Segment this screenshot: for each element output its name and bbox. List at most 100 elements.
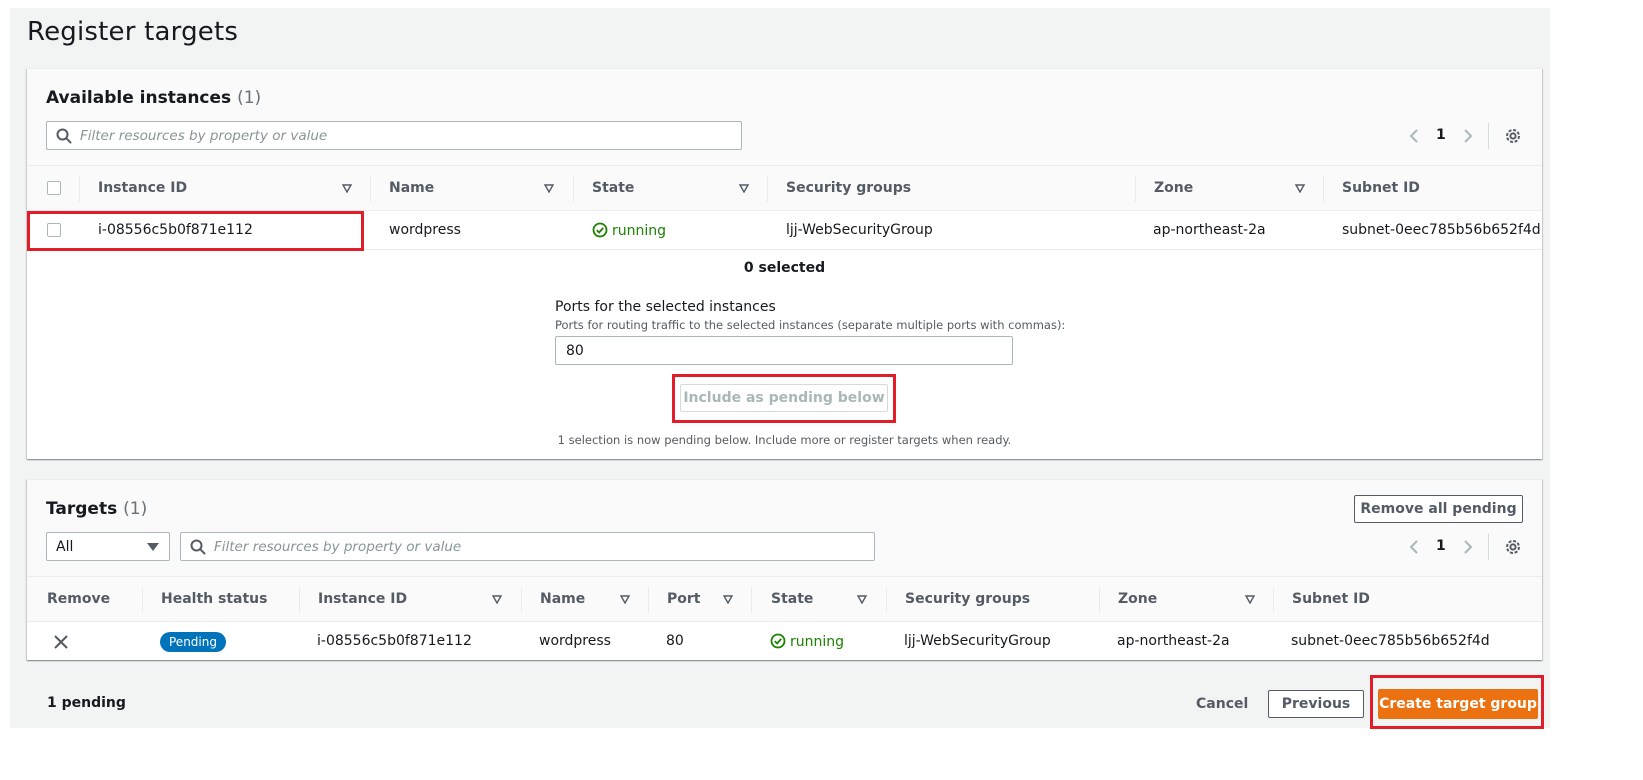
column-divider bbox=[1273, 587, 1274, 613]
sort-icon[interactable] bbox=[857, 595, 867, 604]
cell-name: wordpress bbox=[539, 633, 611, 649]
col-state[interactable]: State bbox=[771, 591, 813, 607]
available-instances-title: Available instances bbox=[46, 88, 232, 108]
chevron-left-icon[interactable] bbox=[1408, 539, 1420, 555]
sort-icon[interactable] bbox=[1245, 595, 1255, 604]
cell-subnet-id: subnet-0eec785b56b652f4d bbox=[1342, 222, 1541, 238]
available-instances-heading: Available instances (1) bbox=[46, 88, 261, 108]
column-divider bbox=[1323, 176, 1324, 202]
chevron-left-icon[interactable] bbox=[1408, 128, 1420, 144]
health-status-badge: Pending bbox=[160, 632, 226, 652]
targets-panel: Targets (1) Remove all pending All Filte… bbox=[27, 479, 1542, 660]
cell-state: running bbox=[770, 633, 844, 650]
cancel-button[interactable]: Cancel bbox=[1196, 696, 1248, 712]
cell-state: running bbox=[592, 222, 666, 239]
cell-zone: ap-northeast-2a bbox=[1117, 633, 1230, 649]
available-instances-header bbox=[27, 69, 1542, 165]
targets-page-number[interactable]: 1 bbox=[1436, 538, 1446, 554]
targets-filter-input[interactable]: Filter resources by property or value bbox=[180, 532, 875, 561]
ports-input[interactable]: 80 bbox=[555, 336, 1013, 365]
col-zone[interactable]: Zone bbox=[1154, 180, 1193, 196]
health-filter-value: All bbox=[56, 539, 74, 555]
selected-count: 0 selected bbox=[743, 260, 826, 276]
ports-hint: Ports for routing traffic to the selecte… bbox=[555, 318, 1066, 332]
cell-instance-id: i-08556c5b0f871e112 bbox=[317, 633, 472, 649]
previous-button[interactable]: Previous bbox=[1268, 690, 1364, 718]
gear-icon[interactable] bbox=[1504, 127, 1522, 145]
cell-zone: ap-northeast-2a bbox=[1153, 222, 1266, 238]
instance-row-highlight bbox=[27, 211, 364, 251]
targets-count: (1) bbox=[123, 499, 148, 519]
select-all-checkbox[interactable] bbox=[47, 181, 61, 195]
column-divider bbox=[648, 587, 649, 613]
health-filter-select[interactable]: All bbox=[46, 532, 170, 561]
targets-header bbox=[27, 480, 1542, 576]
column-divider bbox=[521, 587, 522, 613]
column-divider bbox=[79, 176, 80, 202]
column-divider bbox=[142, 587, 143, 613]
column-divider bbox=[1099, 587, 1100, 613]
state-text: running bbox=[790, 634, 845, 650]
col-subnet-id[interactable]: Subnet ID bbox=[1292, 591, 1370, 607]
search-icon bbox=[190, 539, 206, 555]
pending-note: 1 selection is now pending below. Includ… bbox=[557, 433, 1012, 447]
col-name[interactable]: Name bbox=[540, 591, 585, 607]
create-button-highlight bbox=[1370, 675, 1544, 729]
column-divider bbox=[299, 587, 300, 613]
col-remove: Remove bbox=[47, 591, 111, 607]
sort-icon[interactable] bbox=[620, 595, 630, 604]
col-port[interactable]: Port bbox=[667, 591, 700, 607]
search-icon bbox=[56, 128, 72, 144]
col-instance-id[interactable]: Instance ID bbox=[98, 180, 187, 196]
column-divider bbox=[1135, 176, 1136, 202]
chevron-right-icon[interactable] bbox=[1462, 539, 1474, 555]
col-zone[interactable]: Zone bbox=[1118, 591, 1157, 607]
col-state[interactable]: State bbox=[592, 180, 634, 196]
available-filter-input[interactable]: Filter resources by property or value bbox=[46, 121, 742, 150]
state-text: running bbox=[612, 223, 667, 239]
table-row: Pending i-08556c5b0f871e112 wordpress 80… bbox=[27, 622, 1542, 661]
caret-down-icon bbox=[147, 543, 159, 551]
col-security-groups[interactable]: Security groups bbox=[905, 591, 1030, 607]
targets-pagination: 1 bbox=[1405, 537, 1475, 557]
column-divider bbox=[751, 587, 752, 613]
chevron-right-icon[interactable] bbox=[1462, 128, 1474, 144]
sort-icon[interactable] bbox=[492, 595, 502, 604]
close-icon[interactable] bbox=[54, 635, 68, 649]
available-instances-panel: Available instances (1) Filter resources… bbox=[27, 68, 1542, 459]
sort-icon[interactable] bbox=[342, 184, 352, 193]
check-circle-icon bbox=[592, 222, 608, 238]
targets-filter-placeholder: Filter resources by property or value bbox=[214, 539, 462, 555]
page-title: Register targets bbox=[27, 17, 239, 47]
gear-icon[interactable] bbox=[1504, 538, 1522, 556]
check-circle-icon bbox=[770, 633, 786, 649]
cell-name: wordpress bbox=[389, 222, 461, 238]
targets-table-header: Remove Health status Instance ID Name Po… bbox=[27, 576, 1542, 622]
ports-label: Ports for the selected instances bbox=[555, 299, 776, 315]
column-divider bbox=[370, 176, 371, 202]
cell-security-groups: ljj-WebSecurityGroup bbox=[904, 633, 1051, 649]
col-subnet-id[interactable]: Subnet ID bbox=[1342, 180, 1420, 196]
cell-subnet-id: subnet-0eec785b56b652f4d bbox=[1291, 633, 1490, 649]
sort-icon[interactable] bbox=[739, 184, 749, 193]
col-name[interactable]: Name bbox=[389, 180, 434, 196]
remove-all-pending-button[interactable]: Remove all pending bbox=[1354, 495, 1523, 523]
targets-title: Targets bbox=[46, 499, 118, 519]
pending-count: 1 pending bbox=[47, 695, 126, 711]
col-instance-id[interactable]: Instance ID bbox=[318, 591, 407, 607]
sort-icon[interactable] bbox=[1295, 184, 1305, 193]
available-page-number[interactable]: 1 bbox=[1436, 127, 1446, 143]
pagination-divider bbox=[1488, 123, 1489, 149]
sort-icon[interactable] bbox=[544, 184, 554, 193]
include-button-highlight bbox=[672, 374, 896, 423]
col-health-status[interactable]: Health status bbox=[161, 591, 267, 607]
available-pagination: 1 bbox=[1405, 126, 1475, 146]
column-divider bbox=[886, 587, 887, 613]
available-instances-count: (1) bbox=[237, 88, 262, 108]
available-filter-placeholder: Filter resources by property or value bbox=[80, 128, 328, 144]
cell-security-groups: ljj-WebSecurityGroup bbox=[786, 222, 933, 238]
sort-icon[interactable] bbox=[723, 595, 733, 604]
column-divider bbox=[573, 176, 574, 202]
pagination-divider bbox=[1488, 534, 1489, 560]
col-security-groups[interactable]: Security groups bbox=[786, 180, 911, 196]
